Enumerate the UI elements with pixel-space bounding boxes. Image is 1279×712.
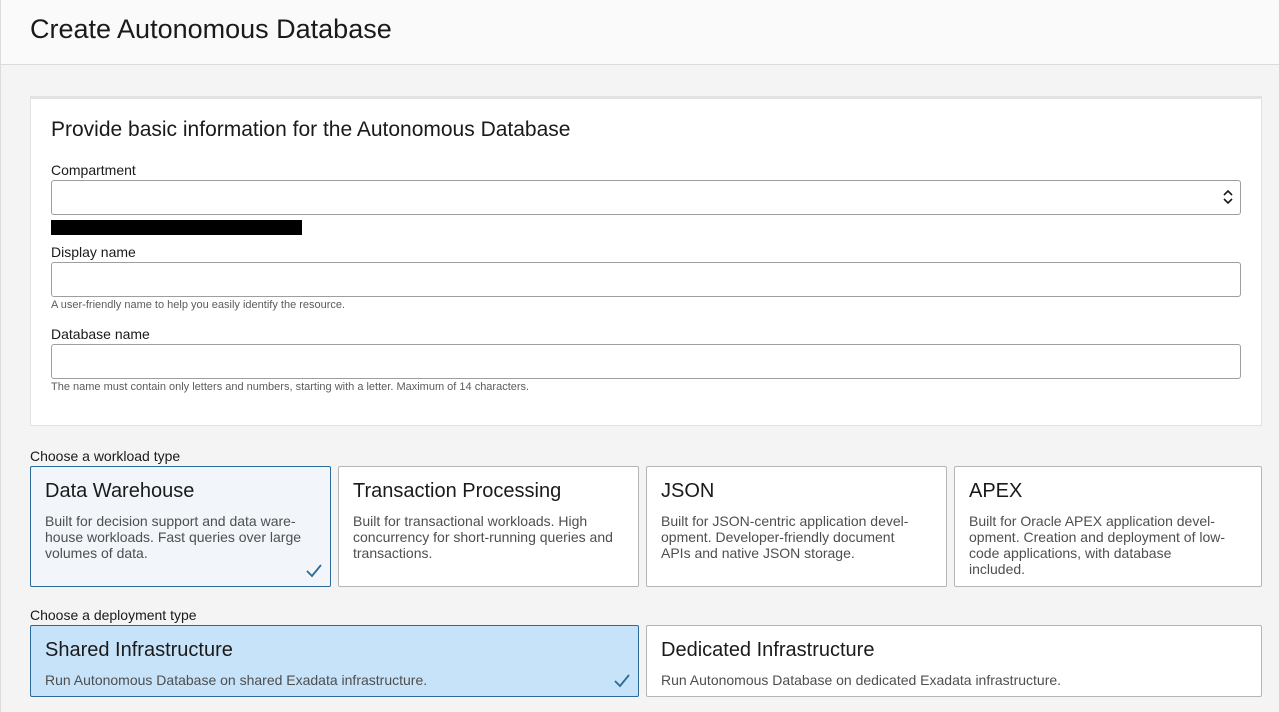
card-title: Shared Infrastructure: [45, 639, 233, 661]
workload-option-transaction-processing[interactable]: Transaction Processing Built for transac…: [338, 466, 639, 587]
checkmark-icon: [306, 564, 322, 578]
database-name-helper: The name must contain only letters and n…: [51, 381, 530, 393]
main-content: Provide basic information for the Autono…: [0, 65, 1279, 712]
page-header: Create Autonomous Database: [0, 0, 1279, 65]
workload-option-data-warehouse[interactable]: Data Warehouse Built for decision suppor…: [30, 466, 331, 587]
chevron-updown-icon: [1223, 189, 1233, 205]
basic-info-panel: Provide basic information for the Autono…: [30, 96, 1262, 426]
compartment-label: Compartment: [51, 162, 136, 178]
card-title: Data Warehouse: [45, 480, 195, 502]
card-title: JSON: [661, 480, 715, 502]
card-description: Built for Oracle APEX application devel-…: [969, 513, 1226, 577]
deployment-option-dedicated[interactable]: Dedicated Infrastructure Run Autonomous …: [646, 625, 1262, 697]
workload-option-apex[interactable]: APEX Built for Oracle APEX application d…: [954, 466, 1262, 587]
card-description: Run Autonomous Database on shared Exadat…: [45, 672, 428, 688]
deployment-type-label: Choose a deployment type: [30, 607, 197, 623]
card-title: APEX: [969, 480, 1023, 502]
workload-type-label: Choose a workload type: [30, 448, 181, 464]
display-name-input[interactable]: [51, 262, 1241, 297]
card-title: Dedicated Infrastructure: [661, 639, 875, 661]
checkmark-icon: [614, 674, 630, 688]
display-name-helper: A user-friendly name to help you easily …: [51, 299, 346, 311]
database-name-label: Database name: [51, 326, 150, 342]
compartment-select[interactable]: [51, 180, 1241, 215]
card-description: Built for decision support and data ware…: [45, 513, 302, 561]
card-title: Transaction Processing: [353, 480, 562, 502]
database-name-input[interactable]: [51, 344, 1241, 379]
deployment-option-shared[interactable]: Shared Infrastructure Run Autonomous Dat…: [30, 625, 639, 697]
panel-title: Provide basic information for the Autono…: [51, 118, 571, 141]
card-description: Run Autonomous Database on dedicated Exa…: [661, 672, 1062, 688]
display-name-label: Display name: [51, 244, 136, 260]
card-description: Built for transactional workloads. High …: [353, 513, 613, 561]
page-title: Create Autonomous Database: [30, 14, 392, 44]
workload-option-json[interactable]: JSON Built for JSON-centric application …: [646, 466, 947, 587]
redacted-block: [51, 220, 302, 235]
card-description: Built for JSON-centric application devel…: [661, 513, 909, 561]
